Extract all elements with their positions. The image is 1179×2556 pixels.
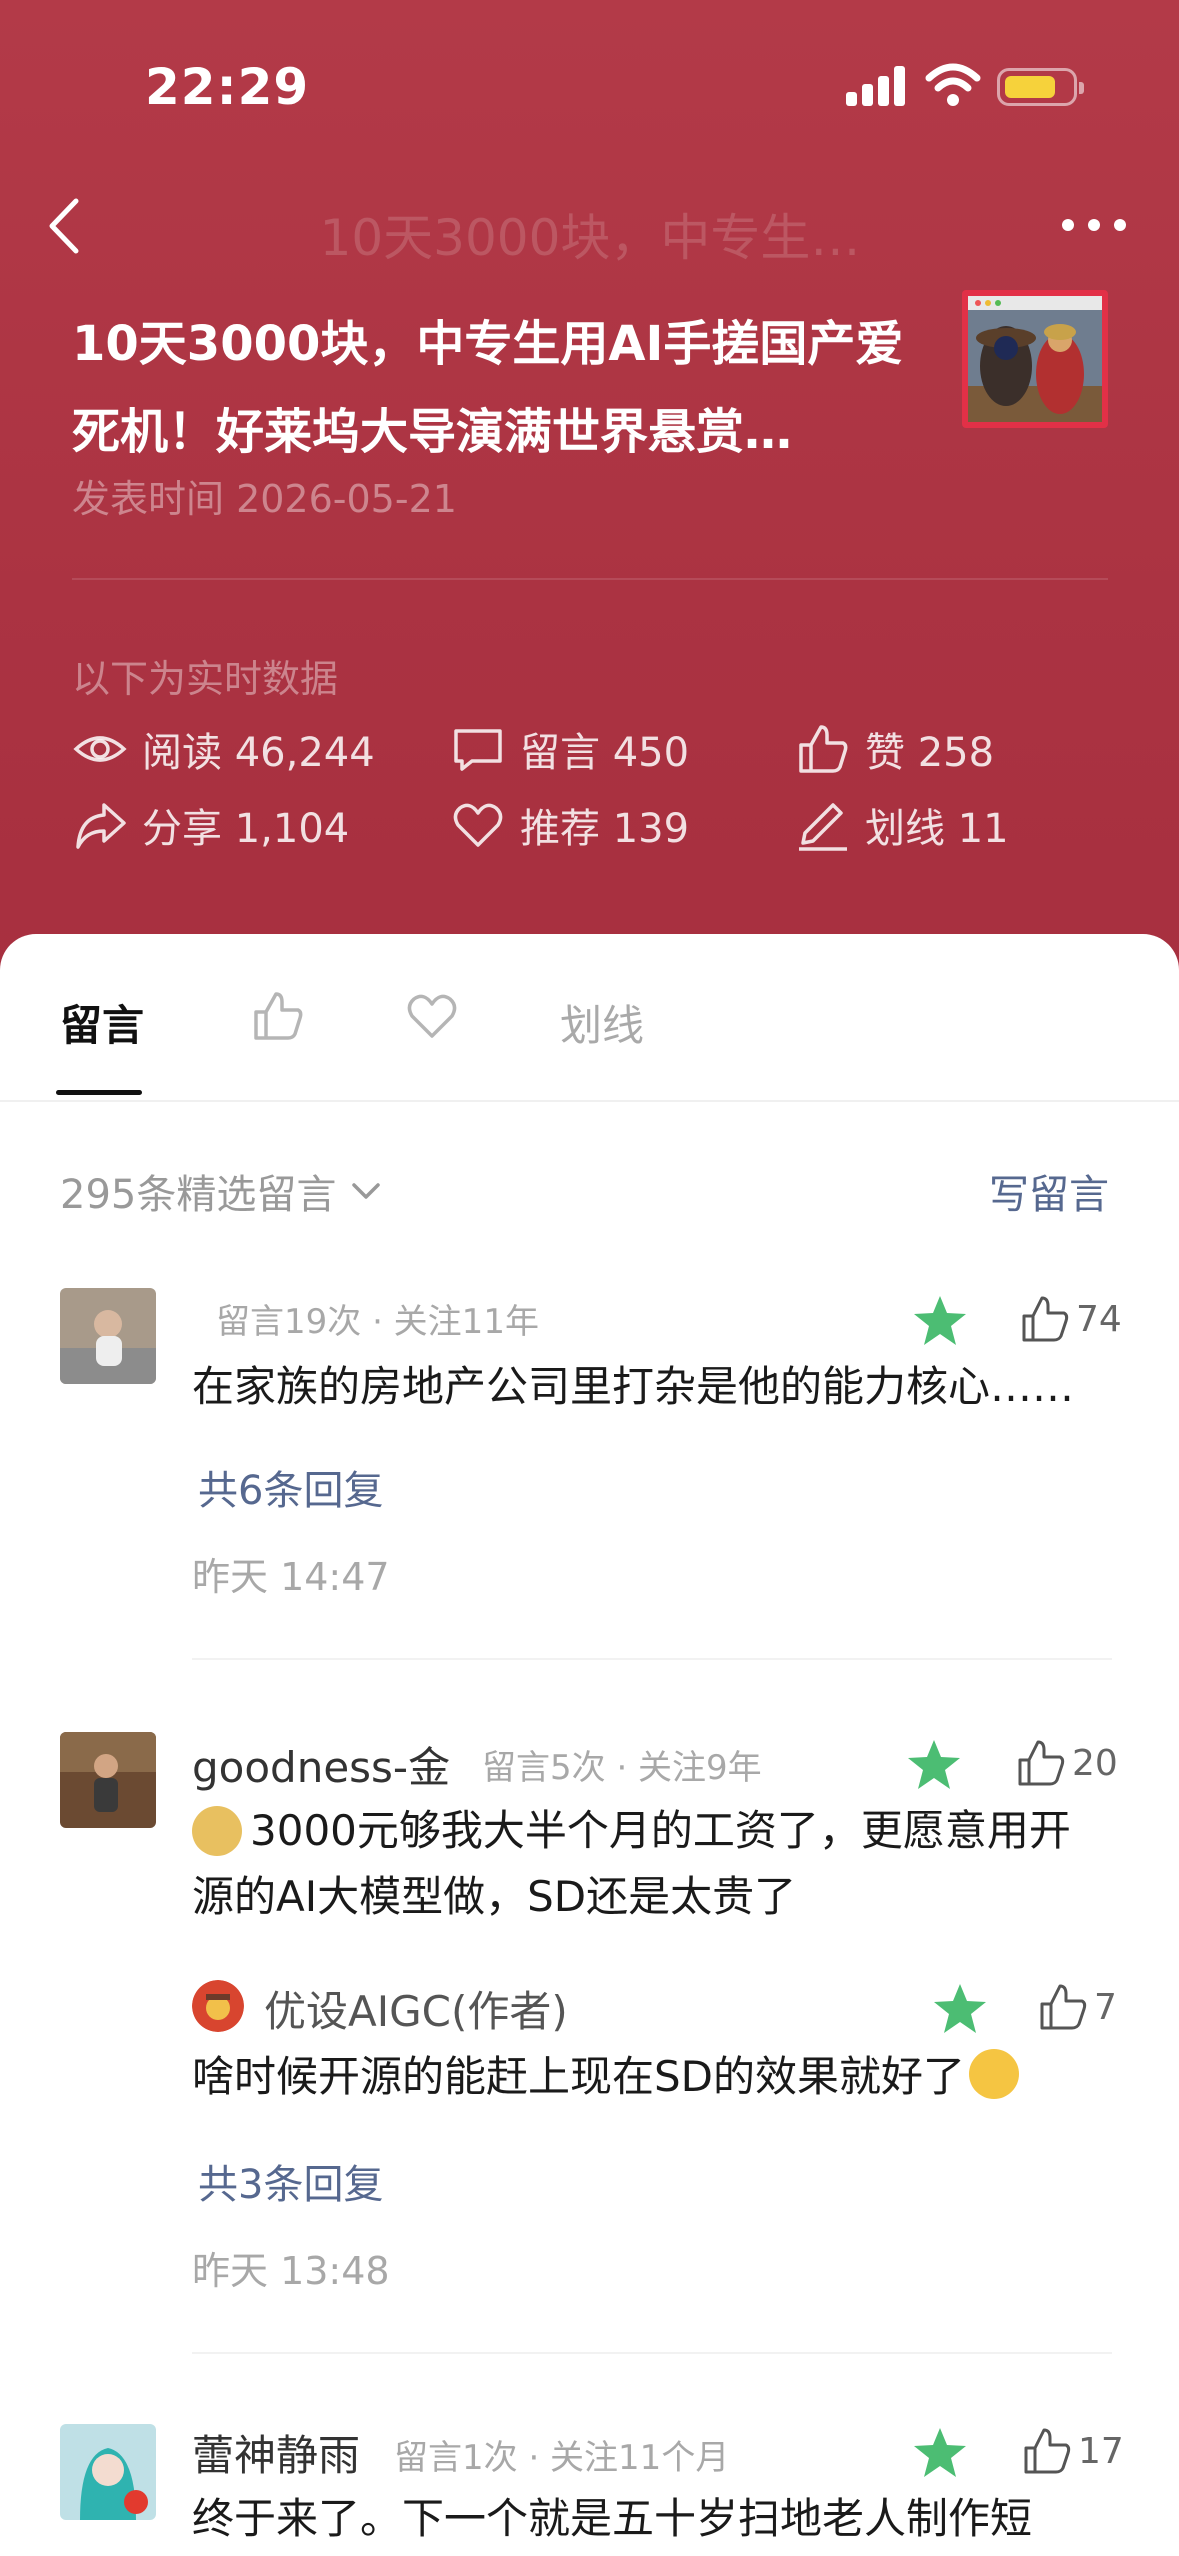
comment-bubble-icon xyxy=(454,729,502,771)
comment-text: 终于来了。下一个就是五十岁扫地老人制作短 xyxy=(192,2494,1033,2543)
stat-recommends: 推荐 139 xyxy=(450,796,689,854)
article-cover-thumbnail[interactable] xyxy=(962,290,1108,428)
featured-star-icon xyxy=(934,1984,986,2033)
laughing-emoji-icon xyxy=(969,2049,1020,2099)
thumbs-up-icon xyxy=(1040,1984,1087,2030)
thumbs-up-icon xyxy=(1018,1740,1065,1786)
like-count: 74 xyxy=(1076,1298,1122,1340)
avatar[interactable] xyxy=(60,1288,156,1384)
active-tab-indicator xyxy=(56,1090,142,1095)
avatar[interactable] xyxy=(60,1732,156,1828)
comment-time: 昨天 13:48 xyxy=(192,2249,390,2293)
view-replies-link[interactable]: 共6条回复 xyxy=(198,1458,383,1516)
thumbs-up-icon xyxy=(1022,1296,1069,1342)
battery-icon xyxy=(997,68,1084,106)
write-comment-button[interactable]: 写留言 xyxy=(989,1162,1109,1220)
selected-comments-filter[interactable]: 295条精选留言 xyxy=(60,1162,386,1220)
featured-star-icon xyxy=(914,1296,966,1345)
avatar[interactable] xyxy=(60,2424,156,2520)
status-time: 22:29 xyxy=(145,58,310,116)
comment-like[interactable]: 20 xyxy=(1014,1736,1118,1790)
stat-comments: 留言 450 xyxy=(450,720,689,778)
thumbs-up-icon xyxy=(799,725,848,773)
stat-shares-label: 分享 1,104 xyxy=(142,806,350,852)
back-icon[interactable] xyxy=(42,195,92,257)
comment-meta: 留言5次 · 关注9年 xyxy=(482,1748,762,1788)
publish-time: 发表时间 2026-05-21 xyxy=(72,477,457,521)
stat-highlights: 划线 11 xyxy=(795,796,1009,854)
share-icon xyxy=(76,803,126,849)
featured-star-icon xyxy=(908,1740,960,1789)
stat-shares: 分享 1,104 xyxy=(72,796,349,854)
article-header: 22:29 10天3000块，中专生… 10天3000块，中专生用AI手搓国产爱… xyxy=(0,0,1179,990)
pen-icon xyxy=(799,803,847,851)
comment-text: 3000元够我大半个月的工资了，更愿意用开源的AI大模型做，SD还是太贵了 xyxy=(192,1798,1092,1930)
comments-panel: 留言 划线 295条精选留言 写留言 留言19次 · 关注11年 74 在家族的… xyxy=(0,934,1179,2556)
tab-recommends-heart-icon[interactable] xyxy=(402,986,462,1046)
like-count: 17 xyxy=(1078,2430,1124,2472)
comment-meta: 留言1次 · 关注11个月 xyxy=(394,2438,730,2478)
realtime-label: 以下为实时数据 xyxy=(72,657,339,701)
stat-reads-label: 阅读 46,244 xyxy=(142,730,375,776)
like-count: 7 xyxy=(1094,1986,1117,2028)
view-replies-link[interactable]: 共3条回复 xyxy=(198,2152,383,2210)
article-title[interactable]: 10天3000块，中专生用AI手搓国产爱死机！好莱坞大导演满世界悬赏… xyxy=(72,300,932,476)
comment-text: 在家族的房地产公司里打杂是他的能力核心…… xyxy=(192,1362,1075,1411)
comment-like[interactable]: 17 xyxy=(1020,2424,1124,2478)
tab-likes-thumbs-up-icon[interactable] xyxy=(248,986,308,1046)
cellular-signal-icon xyxy=(846,66,906,106)
nav-title: 10天3000块，中专生… xyxy=(319,209,861,267)
doge-emoji-icon xyxy=(192,1806,242,1856)
stat-comments-label: 留言 450 xyxy=(520,730,690,776)
selected-comments-count: 295条精选留言 xyxy=(60,1172,337,1218)
comment-text-body: 3000元够我大半个月的工资了，更愿意用开源的AI大模型做，SD还是太贵了 xyxy=(192,1806,1071,1921)
tab-comments[interactable]: 留言 xyxy=(60,992,144,1053)
header-divider xyxy=(72,578,1108,580)
stat-recommends-label: 推荐 139 xyxy=(520,806,690,852)
comment-divider xyxy=(192,2352,1112,2354)
heart-icon xyxy=(453,803,503,847)
featured-star-icon xyxy=(914,2428,966,2477)
stat-likes: 赞 258 xyxy=(795,720,994,778)
stat-highlights-label: 划线 11 xyxy=(865,806,1009,852)
commenter-name[interactable]: 蕾神静雨 xyxy=(192,2422,360,2483)
author-avatar[interactable] xyxy=(192,1980,244,2032)
more-icon[interactable] xyxy=(1062,214,1126,236)
comment-meta: 留言19次 · 关注11年 xyxy=(216,1302,539,1342)
wifi-icon xyxy=(925,63,981,106)
comment-divider xyxy=(192,1658,1112,1660)
like-count: 20 xyxy=(1072,1742,1118,1784)
tabs-divider xyxy=(0,1100,1179,1102)
thumbs-up-icon xyxy=(1024,2428,1071,2474)
comment-time: 昨天 14:47 xyxy=(192,1555,390,1599)
comment-like[interactable]: 74 xyxy=(1018,1292,1122,1346)
stat-reads: 阅读 46,244 xyxy=(72,720,375,778)
tab-highlights[interactable]: 划线 xyxy=(560,992,644,1053)
commenter-name[interactable]: goodness-金 xyxy=(192,1734,450,1795)
eye-icon xyxy=(73,736,127,762)
author-name[interactable]: 优设AIGC(作者) xyxy=(264,1978,568,2039)
author-reply-text: 啥时候开源的能赶上现在SD的效果就好了 xyxy=(192,2044,1112,2110)
stat-likes-label: 赞 258 xyxy=(865,730,995,776)
author-reply-text-body: 啥时候开源的能赶上现在SD的效果就好了 xyxy=(192,2052,966,2101)
chevron-down-icon xyxy=(352,1183,381,1199)
author-reply-like[interactable]: 7 xyxy=(1036,1980,1117,2034)
